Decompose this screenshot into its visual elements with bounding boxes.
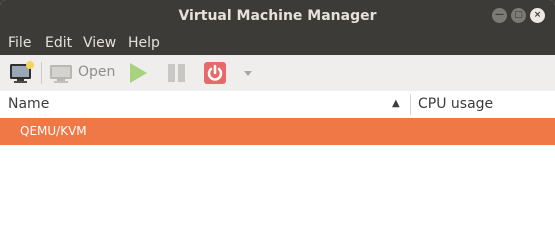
new-vm-button[interactable] xyxy=(8,59,36,87)
maximize-icon[interactable]: □ xyxy=(511,8,526,23)
chevron-down-icon xyxy=(244,71,252,76)
window-title: Virtual Machine Manager xyxy=(178,8,377,24)
menu-bar: File Edit View Help xyxy=(0,32,555,55)
toolbar-separator xyxy=(41,62,42,84)
list-item[interactable]: QEMU/KVM xyxy=(0,118,555,145)
vm-list-area[interactable] xyxy=(0,145,555,250)
menu-file[interactable]: File xyxy=(8,35,31,51)
app-window: Virtual Machine Manager — □ × File Edit … xyxy=(0,0,555,250)
connection-label: QEMU/KVM xyxy=(20,124,87,138)
column-cpu-usage-header[interactable]: CPU usage xyxy=(418,96,493,112)
run-button[interactable] xyxy=(124,59,152,87)
titlebar: Virtual Machine Manager — □ × xyxy=(0,0,555,32)
shutdown-button[interactable] xyxy=(201,59,229,87)
sort-ascending-icon[interactable]: ▲ xyxy=(392,98,400,109)
list-header: Name ▲ CPU usage xyxy=(0,91,555,119)
menu-view[interactable]: View xyxy=(83,35,116,51)
pause-icon xyxy=(168,64,185,82)
power-icon xyxy=(204,62,226,84)
play-icon xyxy=(130,63,147,83)
monitor-icon xyxy=(50,65,72,83)
column-separator[interactable] xyxy=(410,94,411,115)
menu-edit[interactable]: Edit xyxy=(45,35,72,51)
pause-button[interactable] xyxy=(163,59,191,87)
open-label: Open xyxy=(78,64,116,80)
monitor-new-icon xyxy=(10,61,34,83)
column-name-header[interactable]: Name xyxy=(8,96,49,112)
toolbar: Open xyxy=(0,55,555,92)
close-icon[interactable]: × xyxy=(530,8,545,23)
open-button[interactable]: Open xyxy=(48,59,116,87)
shutdown-menu-button[interactable] xyxy=(239,59,257,87)
menu-help[interactable]: Help xyxy=(128,35,160,51)
minimize-icon[interactable]: — xyxy=(492,8,507,23)
